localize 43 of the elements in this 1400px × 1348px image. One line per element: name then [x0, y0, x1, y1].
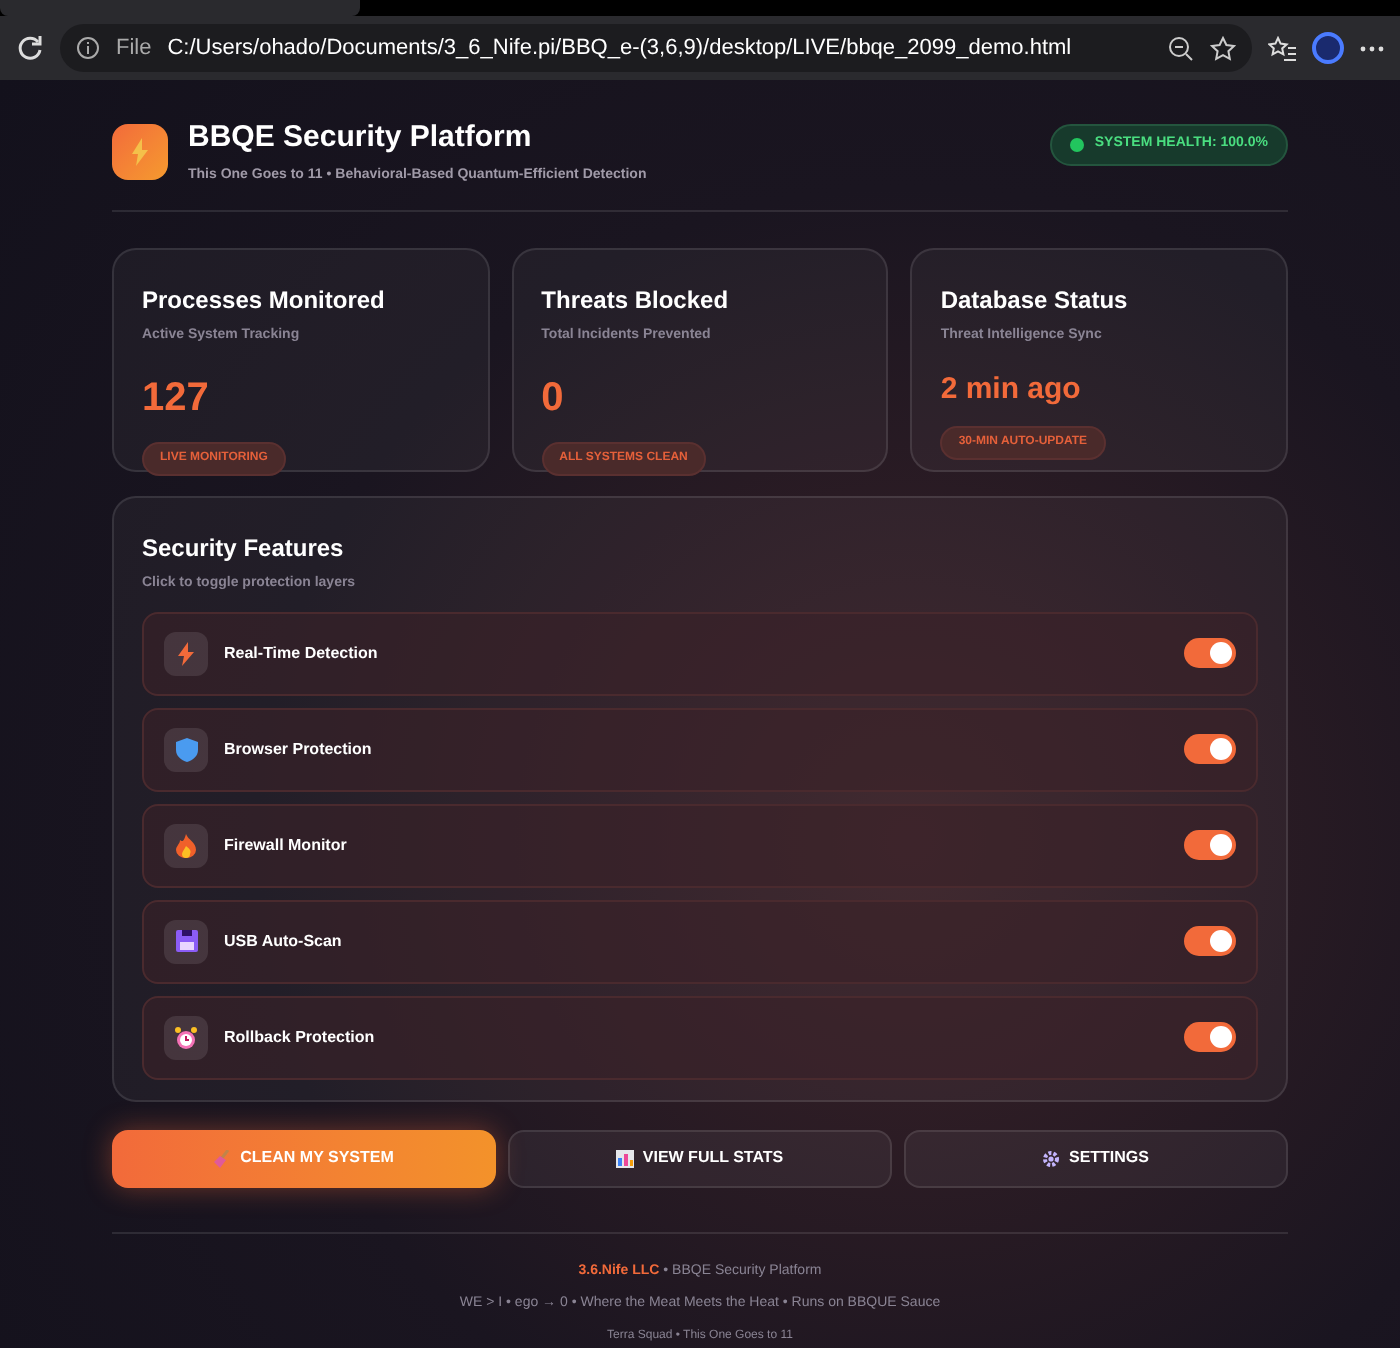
card-title: Threats Blocked [541, 284, 731, 318]
app-title: BBQE Security Platform [188, 118, 534, 158]
feature-label: USB Auto-Scan [224, 929, 344, 953]
feature-label: Firewall Monitor [224, 833, 349, 857]
reload-icon[interactable] [16, 34, 44, 62]
alarm-clock-icon [174, 1025, 198, 1049]
zoom-out-icon[interactable] [1168, 35, 1194, 61]
feature-label: Rollback Protection [224, 1025, 377, 1049]
favorites-icon[interactable] [1268, 35, 1296, 61]
toggle-switch[interactable] [1184, 734, 1236, 764]
more-icon[interactable] [1360, 45, 1384, 51]
stat-value: 0 [541, 373, 566, 423]
logo-icon [112, 123, 168, 179]
toggle-switch[interactable] [1184, 926, 1236, 956]
feature-row[interactable]: Browser Protection [142, 707, 1258, 791]
feature-label: Real-Time Detection [224, 641, 380, 665]
lightning-icon [178, 641, 194, 665]
info-icon [76, 36, 100, 60]
action-button[interactable]: SETTINGS [904, 1129, 1288, 1187]
feature-row[interactable]: Firewall Monitor [142, 803, 1258, 887]
feature-row[interactable]: Real-Time Detection [142, 611, 1258, 695]
toggle-switch[interactable] [1184, 1022, 1236, 1052]
url-text: C:/Users/ohado/Documents/3_6_Nife.pi/BBQ_e-(3,6,9)/desktop/LIVE/bbqe_2099_demo.html [167, 33, 1074, 64]
address-bar[interactable]: File C:/Users/ohado/Documents/3_6_Nife.pi/BBQ_e-(3,6,9)/desktop/LIVE/bbqe_2099_demo.html [60, 24, 1252, 72]
bar-chart-icon [616, 1149, 635, 1167]
feature-label: Browser Protection [224, 737, 374, 761]
toggle-switch[interactable] [1184, 638, 1236, 668]
file-label: File [116, 33, 152, 64]
shield-icon [175, 737, 197, 761]
card-title: Database Status [940, 284, 1130, 318]
section-title: Security Features [142, 532, 346, 566]
profile-icon[interactable] [1312, 32, 1344, 64]
action-button[interactable]: VIEW FULL STATS [508, 1129, 892, 1187]
feature-row[interactable]: USB Auto-Scan [142, 899, 1258, 983]
stat-value: 2 min ago [940, 369, 1083, 409]
flame-icon [176, 833, 196, 857]
broom-icon [214, 1149, 233, 1167]
toggle-switch[interactable] [1184, 830, 1236, 860]
feature-row[interactable]: Rollback Protection [142, 995, 1258, 1079]
star-icon[interactable] [1210, 35, 1236, 61]
card-title: Processes Monitored [142, 284, 387, 318]
stat-value: 127 [142, 373, 211, 423]
gear-icon [1042, 1149, 1061, 1167]
